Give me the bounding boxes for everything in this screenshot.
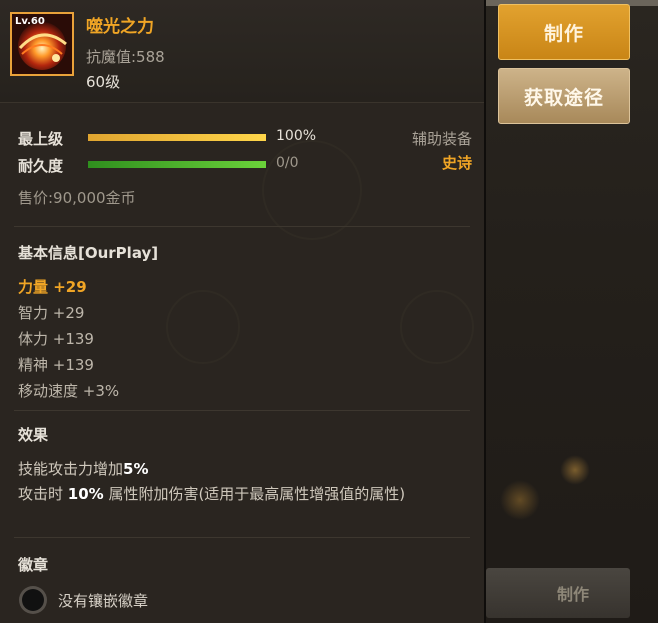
item-header: Lv.60 噬光之力 抗魔值:588 60级 xyxy=(0,0,484,103)
effect-text: 属性附加伤害(适用于最高属性增强值的属性) xyxy=(103,485,406,503)
item-level-badge: Lv.60 xyxy=(15,16,45,27)
upgrade-bar xyxy=(88,134,266,141)
grade-label: 史诗 xyxy=(441,154,472,172)
effect-line-element-damage: 攻击时 10% 属性附加伤害(适用于最高属性增强值的属性) xyxy=(18,483,405,504)
upgrade-label: 最上级 xyxy=(18,130,64,148)
durability-bar-fill xyxy=(88,161,266,168)
effects-title: 效果 xyxy=(18,426,49,444)
equipment-type: 辅助装备 xyxy=(411,130,472,148)
stat-vitality: 体力 +139 xyxy=(18,330,94,348)
item-icon[interactable]: Lv.60 xyxy=(10,12,74,76)
effect-value: 10% xyxy=(67,485,104,503)
effect-text: 技能攻击力增加 xyxy=(18,460,124,478)
source-button[interactable]: 获取途径 xyxy=(498,68,630,124)
watermark-emblem xyxy=(400,290,474,364)
divider xyxy=(14,410,470,411)
basic-info-title: 基本信息[OurPlay] xyxy=(18,244,159,262)
effect-value: 5% xyxy=(123,460,149,478)
emblem-empty-text: 没有镶嵌徽章 xyxy=(58,592,149,610)
scene-light xyxy=(560,455,590,485)
stat-spirit: 精神 +139 xyxy=(18,356,94,374)
empty-emblem-slot-icon xyxy=(22,589,44,611)
scene-light xyxy=(500,480,540,520)
upgrade-value: 100% xyxy=(276,128,317,144)
effect-line-skill-attack: 技能攻击力增加5% xyxy=(18,458,148,479)
sell-price: 售价:90,000金币 xyxy=(18,189,136,207)
stat-move-speed: 移动速度 +3% xyxy=(18,382,120,400)
watermark-emblem xyxy=(166,290,240,364)
effect-text: 攻击时 xyxy=(18,485,68,503)
durability-bar xyxy=(88,161,266,168)
magic-resist: 抗魔值:588 xyxy=(86,48,165,66)
item-level-text: 60级 xyxy=(86,73,121,91)
stat-strength: 力量 +29 xyxy=(18,278,87,296)
divider xyxy=(14,537,470,538)
durability-label: 耐久度 xyxy=(18,157,64,175)
item-name: 噬光之力 xyxy=(86,17,154,37)
item-tooltip-panel: Lv.60 噬光之力 抗魔值:588 60级 最上级 100% 辅助装备 耐久度… xyxy=(0,0,486,623)
emblem-title: 徽章 xyxy=(18,556,49,574)
make-button[interactable]: 制作 xyxy=(498,4,630,60)
stat-intelligence: 智力 +29 xyxy=(18,304,85,322)
durability-value: 0/0 xyxy=(276,155,299,171)
bottom-make-button[interactable]: 制作 xyxy=(486,568,630,618)
divider xyxy=(14,226,470,227)
upgrade-bar-fill xyxy=(88,134,266,141)
